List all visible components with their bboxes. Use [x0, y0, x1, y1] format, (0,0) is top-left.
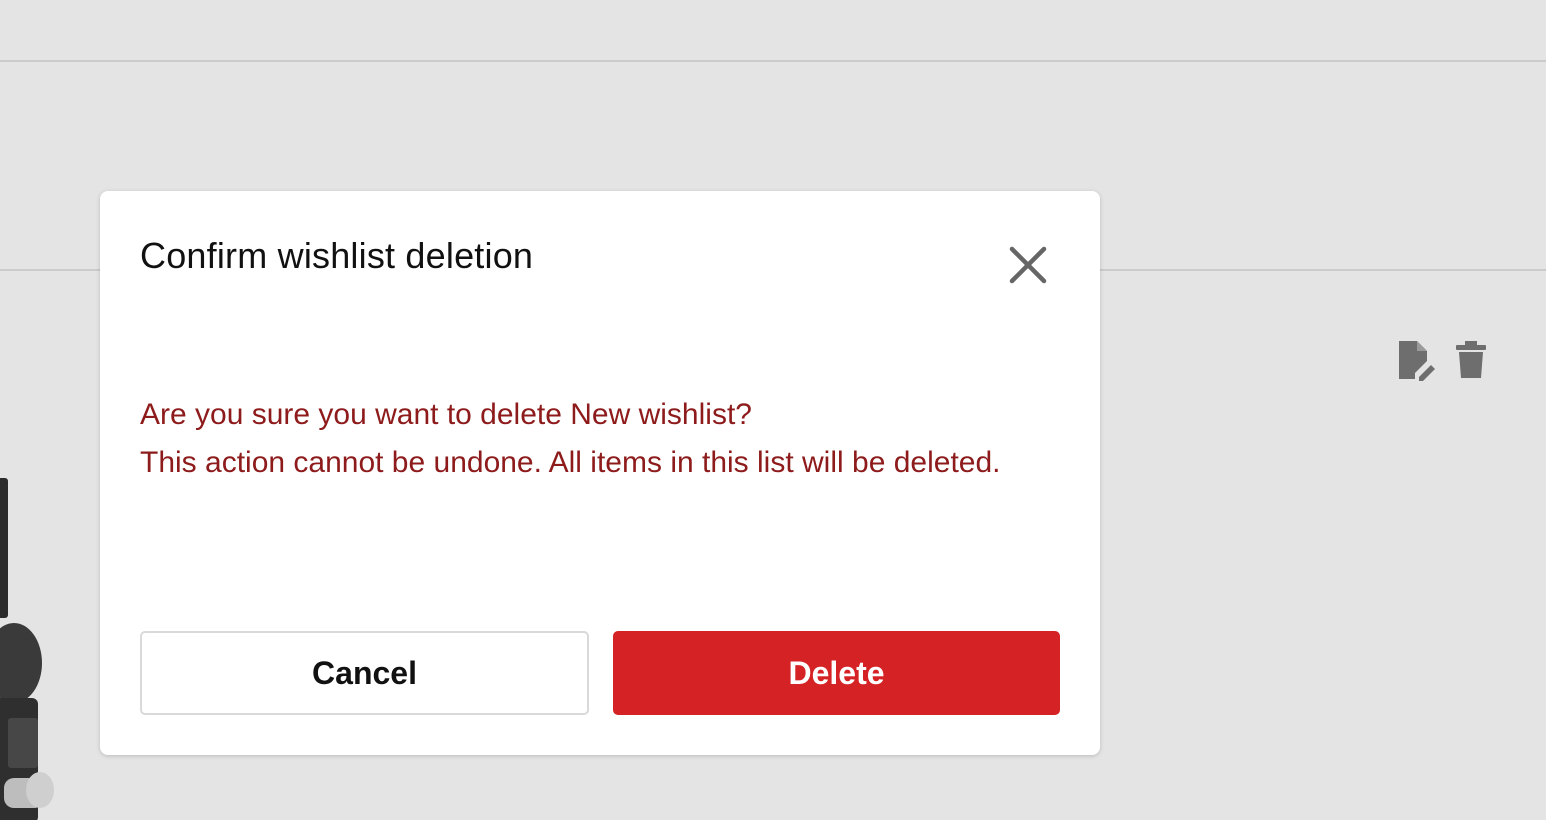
cancel-button[interactable]: Cancel [140, 631, 589, 715]
dialog-message: Are you sure you want to delete New wish… [140, 391, 1020, 487]
dialog-message-line-2: This action cannot be undone. All items … [140, 446, 1001, 479]
edit-document-icon[interactable] [1394, 338, 1436, 382]
trash-icon[interactable] [1450, 338, 1492, 382]
header-divider [0, 60, 1546, 62]
dialog-title: Confirm wishlist deletion [140, 235, 534, 276]
page-background: Confirm wishlist deletion Are you sure y… [0, 0, 1546, 820]
product-image [0, 478, 66, 820]
dialog-message-line-1: Are you sure you want to delete New wish… [140, 398, 752, 431]
confirm-delete-dialog: Confirm wishlist deletion Are you sure y… [100, 191, 1100, 755]
delete-button[interactable]: Delete [613, 631, 1060, 715]
close-icon [1009, 246, 1047, 284]
wishlist-row-actions [1394, 338, 1492, 382]
close-button[interactable] [1000, 237, 1056, 293]
